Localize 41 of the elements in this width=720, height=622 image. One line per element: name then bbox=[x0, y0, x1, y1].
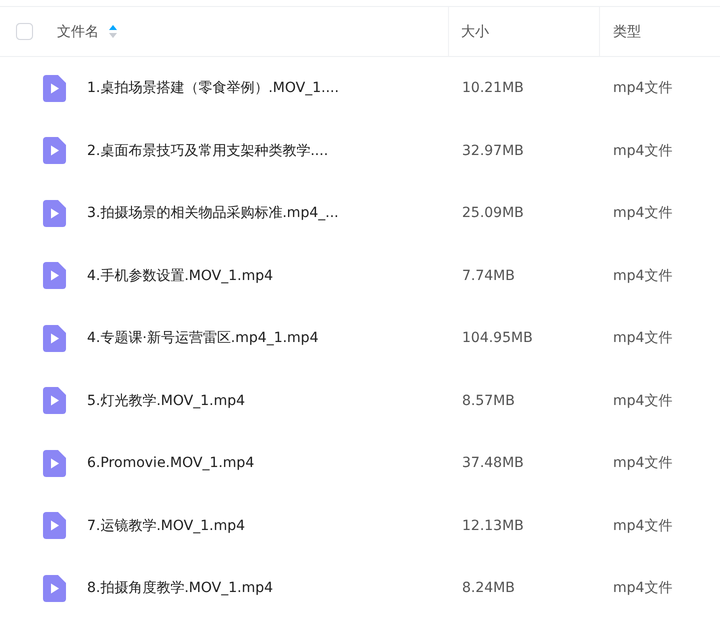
file-size: 32.97MB bbox=[462, 142, 524, 159]
file-type: mp4文件 bbox=[613, 204, 672, 222]
file-name[interactable]: 2.桌面布景技巧及常用支架种类教学.... bbox=[87, 142, 328, 160]
file-name[interactable]: 6.Promovie.MOV_1.mp4 bbox=[87, 455, 254, 472]
file-type: mp4文件 bbox=[613, 79, 672, 98]
video-file-icon bbox=[43, 137, 66, 164]
file-name[interactable]: 3.拍摄场景的相关物品采购标准.mp4_... bbox=[87, 204, 339, 222]
file-size: 7.74MB bbox=[462, 268, 515, 284]
column-header[interactable]: 大小 bbox=[461, 22, 489, 40]
file-name[interactable]: 4.专题课·新号运营雷区.mp4_1.mp4 bbox=[87, 329, 318, 348]
video-file-icon bbox=[43, 512, 66, 540]
file-type: mp4文件 bbox=[613, 329, 672, 348]
file-name[interactable]: 7.运镜教学.MOV_1.mp4 bbox=[87, 516, 246, 535]
file-type: mp4文件 bbox=[613, 142, 672, 160]
file-type: mp4文件 bbox=[613, 579, 672, 598]
file-size: 12.13MB bbox=[462, 518, 524, 534]
file-size: 25.09MB bbox=[462, 205, 524, 222]
file-name[interactable]: 4.手机参数设置.MOV_1.mp4 bbox=[87, 266, 274, 285]
file-type: mp4文件 bbox=[613, 392, 672, 410]
select-all-checkbox[interactable] bbox=[16, 23, 33, 40]
file-type: mp4文件 bbox=[613, 454, 672, 472]
file-size: 10.21MB bbox=[462, 80, 524, 96]
file-name[interactable]: 1.桌拍场景搭建（零食举例）.MOV_1.... bbox=[87, 79, 339, 98]
video-file-icon bbox=[43, 262, 66, 290]
video-file-icon bbox=[43, 200, 66, 227]
file-size: 8.24MB bbox=[462, 580, 515, 596]
file-type: mp4文件 bbox=[613, 516, 672, 535]
sort-icon[interactable] bbox=[109, 25, 117, 38]
video-file-icon bbox=[43, 324, 66, 352]
file-size: 8.57MB bbox=[462, 392, 515, 409]
file-type: mp4文件 bbox=[613, 266, 672, 285]
video-file-icon bbox=[43, 450, 66, 477]
video-file-icon bbox=[43, 574, 66, 602]
file-size: 37.48MB bbox=[462, 455, 524, 472]
column-header[interactable]: 类型 bbox=[613, 22, 641, 40]
file-name[interactable]: 8.拍摄角度教学.MOV_1.mp4 bbox=[87, 579, 274, 598]
file-size: 104.95MB bbox=[462, 330, 533, 346]
file-name[interactable]: 5.灯光教学.MOV_1.mp4 bbox=[87, 392, 246, 410]
video-file-icon bbox=[43, 387, 66, 414]
video-file-icon bbox=[43, 74, 66, 102]
column-header[interactable]: 文件名 bbox=[57, 22, 99, 40]
